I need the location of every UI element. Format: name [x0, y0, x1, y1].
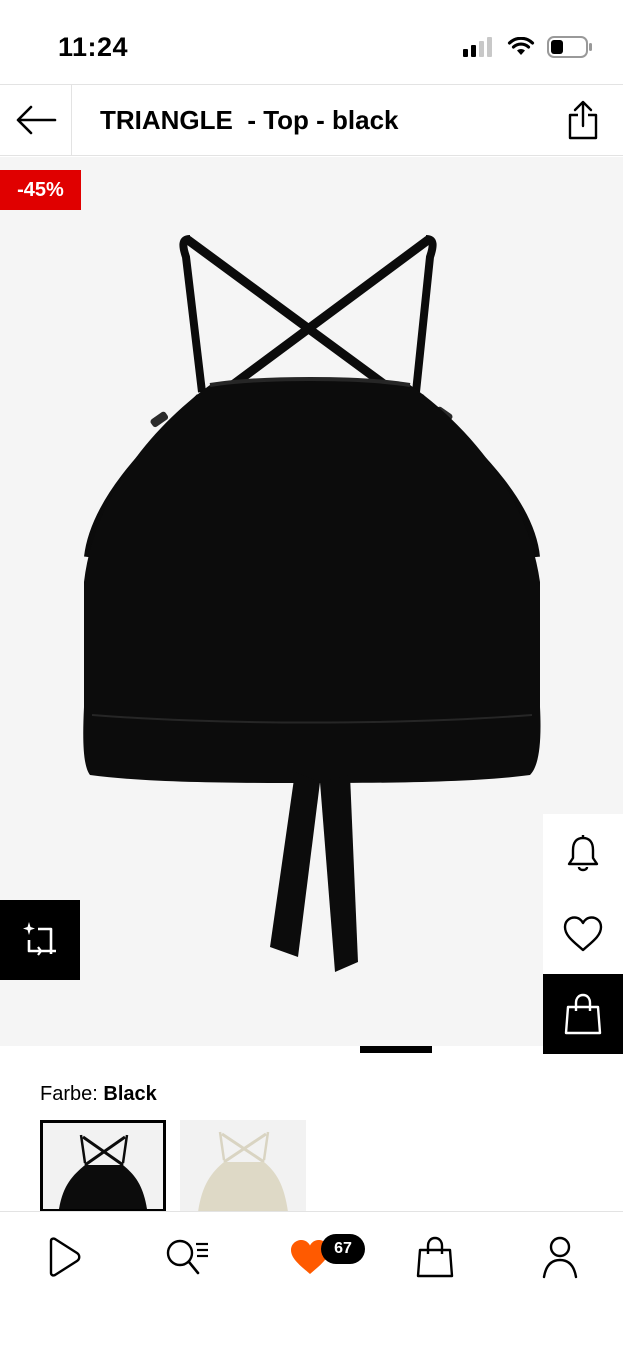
page-header: TRIANGLE - Top - black — [0, 84, 623, 156]
cellular-signal-icon — [463, 37, 495, 62]
carousel-indicator-active — [360, 1046, 432, 1053]
nav-profile[interactable] — [530, 1232, 590, 1282]
swatch-image-black — [43, 1123, 163, 1209]
back-button[interactable] — [0, 85, 72, 155]
ai-similar-button[interactable] — [0, 900, 80, 980]
sparkle-crop-icon — [23, 922, 56, 956]
color-label: Farbe: Black — [40, 1083, 157, 1106]
nav-bag[interactable] — [405, 1232, 465, 1282]
bag-icon — [416, 1236, 454, 1278]
product-image — [83, 235, 541, 972]
search-icon — [166, 1239, 208, 1275]
color-selected-value: Black — [103, 1083, 157, 1105]
arrow-left-icon — [16, 105, 56, 135]
profile-icon — [542, 1236, 578, 1279]
product-gallery[interactable]: -45% — [0, 157, 623, 1054]
nav-home[interactable] — [33, 1232, 93, 1282]
notify-button[interactable] — [543, 814, 623, 894]
swatch-image-beige — [180, 1120, 306, 1212]
bottom-nav: 67 — [0, 1211, 623, 1350]
discount-badge: -45% — [0, 170, 81, 210]
color-swatch-black[interactable] — [40, 1120, 166, 1212]
wishlist-count-badge: 67 — [321, 1234, 365, 1264]
battery-icon — [547, 36, 593, 63]
nav-search[interactable] — [157, 1232, 217, 1282]
add-to-bag-button[interactable] — [543, 974, 623, 1054]
home-icon — [49, 1237, 81, 1277]
shopping-bag-icon — [564, 993, 602, 1035]
status-time: 11:24 — [58, 32, 129, 62]
wishlist-button[interactable] — [543, 894, 623, 974]
color-label-prefix: Farbe: — [40, 1083, 98, 1105]
status-icons — [463, 36, 593, 63]
app-screen: 11:24 TRIANGLE - Top - black -45% Farbe:… — [0, 0, 623, 1350]
share-button[interactable] — [563, 97, 603, 143]
bell-icon — [567, 835, 599, 872]
status-bar: 11:24 — [0, 0, 623, 84]
carousel-indicator-inactive — [432, 1046, 504, 1053]
color-swatch-beige[interactable] — [180, 1120, 306, 1212]
page-title: TRIANGLE - Top - black — [100, 105, 399, 135]
wifi-icon — [507, 36, 535, 62]
share-icon — [568, 100, 598, 140]
side-actions — [543, 814, 623, 1054]
heart-icon — [563, 916, 603, 952]
